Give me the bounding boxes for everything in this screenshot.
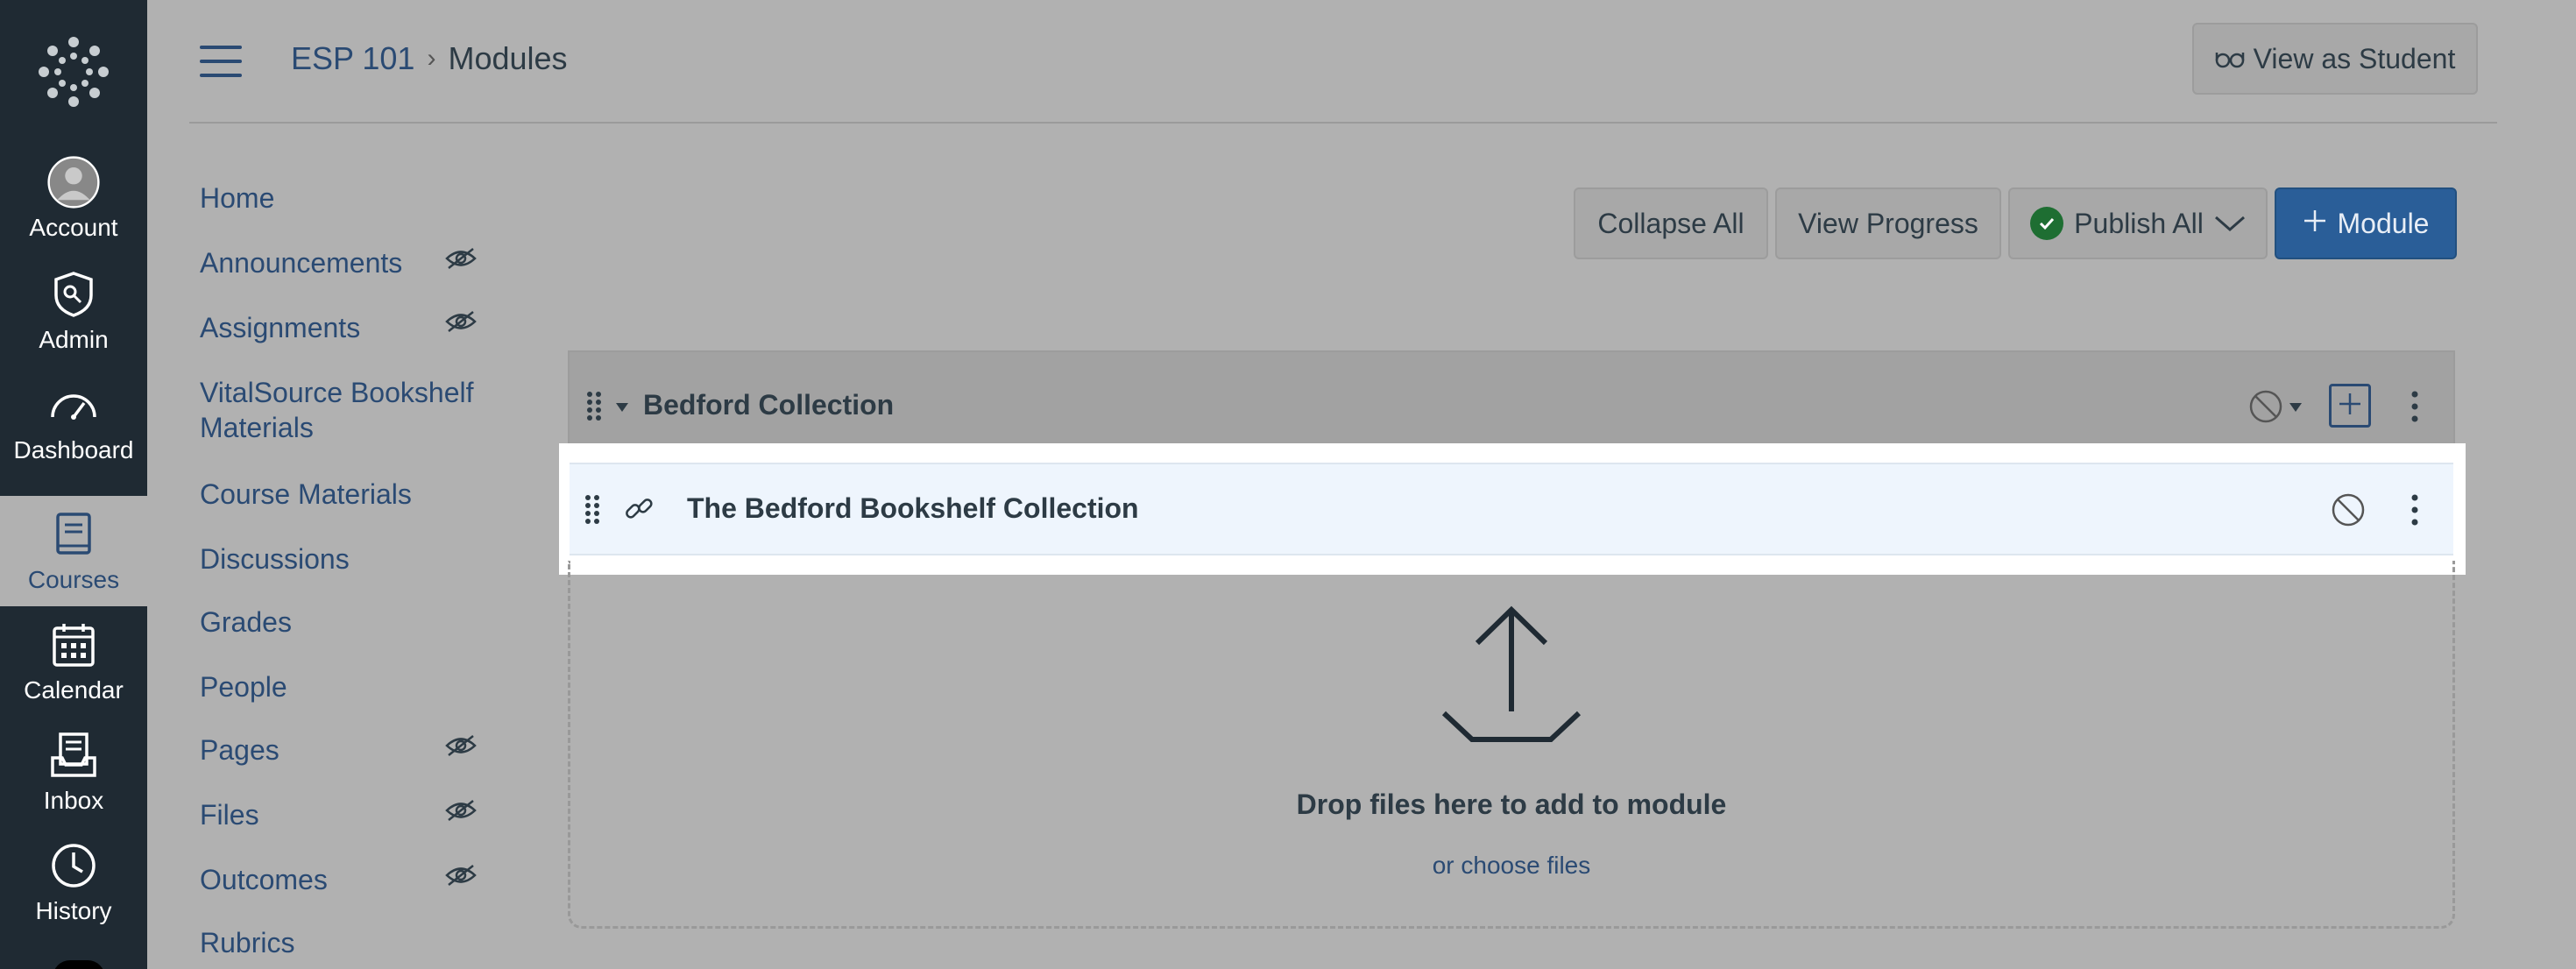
plus-icon (2338, 392, 2362, 421)
drag-handle-icon[interactable] (584, 494, 601, 524)
caret-down-icon[interactable] (615, 401, 629, 417)
breadcrumb: ESP 101 › Modules (291, 40, 568, 77)
global-nav-label: Account (29, 214, 118, 241)
link-icon (622, 492, 655, 530)
avatar-icon (47, 156, 100, 209)
module-title[interactable]: Bedford Collection (643, 389, 894, 421)
course-nav-course-materials[interactable]: Course Materials (200, 477, 480, 512)
book-icon (47, 508, 100, 561)
check-icon (2030, 207, 2064, 240)
global-nav-label: History (35, 897, 112, 924)
breadcrumb-course-link[interactable]: ESP 101 (291, 40, 414, 77)
dashboard-icon (47, 378, 100, 431)
global-nav-dashboard[interactable]: Dashboard (0, 366, 147, 477)
unpublished-icon (2248, 389, 2283, 428)
chevron-down-icon (2214, 208, 2246, 240)
item-kebab-menu-icon[interactable] (2408, 492, 2422, 532)
hidden-eye-icon (445, 864, 477, 887)
module-publish-status[interactable] (2248, 389, 2303, 428)
course-nav-announcements[interactable]: Announcements (200, 245, 480, 280)
hidden-eye-icon (445, 310, 477, 333)
view-progress-button[interactable]: View Progress (1775, 187, 2001, 259)
calendar-icon (47, 619, 100, 671)
global-nav-courses[interactable]: Courses (0, 496, 147, 606)
add-item-button[interactable] (2329, 384, 2371, 428)
upload-icon (1440, 605, 1582, 749)
hidden-eye-icon (445, 799, 477, 822)
header-divider (189, 122, 2497, 124)
course-nav-assignments[interactable]: Assignments (200, 310, 480, 345)
global-nav-calendar[interactable]: Calendar (0, 606, 147, 717)
module-kebab-menu-icon[interactable] (2408, 389, 2422, 428)
publish-all-label: Publish All (2074, 207, 2204, 239)
add-module-label: Module (2337, 207, 2430, 239)
global-nav-label: Admin (39, 326, 109, 353)
view-as-student-button[interactable]: View as Student (2192, 23, 2478, 95)
choose-files-link[interactable]: or choose files (568, 852, 2455, 880)
breadcrumb-separator: › (427, 44, 436, 73)
unpublished-icon[interactable] (2331, 492, 2366, 532)
shield-icon (47, 268, 100, 321)
caret-down-icon (2289, 401, 2303, 417)
course-nav-people[interactable]: People (200, 669, 480, 704)
plus-icon (2303, 208, 2327, 240)
course-nav-outcomes[interactable]: Outcomes (200, 862, 480, 897)
global-nav-label: Calendar (24, 676, 124, 704)
global-nav-more[interactable] (53, 960, 105, 969)
global-nav-history[interactable]: History (0, 827, 147, 937)
collapse-all-button[interactable]: Collapse All (1574, 187, 1768, 259)
hidden-eye-icon (445, 734, 477, 757)
course-nav-vitalsource[interactable]: VitalSource Bookshelf Materials (200, 375, 480, 445)
global-nav-label: Courses (27, 566, 120, 593)
course-nav-discussions[interactable]: Discussions (200, 541, 480, 576)
canvas-logo-icon[interactable] (35, 33, 112, 110)
course-nav-rubrics[interactable]: Rubrics (200, 925, 480, 960)
hidden-eye-icon (445, 247, 477, 270)
global-nav-label: Dashboard (13, 436, 134, 463)
inbox-icon (47, 729, 100, 782)
view-as-student-label: View as Student (2253, 42, 2456, 74)
dropzone-instructions: Drop files here to add to module (1296, 789, 1727, 820)
global-nav-admin[interactable]: Admin (0, 256, 147, 366)
global-nav-label: Inbox (43, 787, 104, 814)
clock-icon (47, 839, 100, 892)
course-nav-pages[interactable]: Pages (200, 732, 480, 767)
global-nav-inbox[interactable]: Inbox (0, 717, 147, 827)
module-item-title[interactable]: The Bedford Bookshelf Collection (687, 492, 1139, 525)
drag-handle-icon[interactable] (585, 391, 603, 421)
publish-all-button[interactable]: Publish All (2008, 187, 2268, 259)
glasses-icon (2215, 43, 2245, 75)
course-nav-grades[interactable]: Grades (200, 605, 480, 640)
course-menu-toggle[interactable] (200, 46, 242, 77)
course-nav-files[interactable]: Files (200, 797, 480, 832)
view-progress-label: View Progress (1798, 207, 1978, 239)
breadcrumb-current: Modules (448, 40, 568, 76)
course-nav-home[interactable]: Home (200, 180, 480, 216)
global-nav-account[interactable]: Account (0, 144, 147, 254)
global-nav: Account Admin Dashboard Courses Calendar… (0, 0, 147, 969)
add-module-button[interactable]: Module (2275, 187, 2457, 259)
collapse-all-label: Collapse All (1597, 207, 1744, 239)
